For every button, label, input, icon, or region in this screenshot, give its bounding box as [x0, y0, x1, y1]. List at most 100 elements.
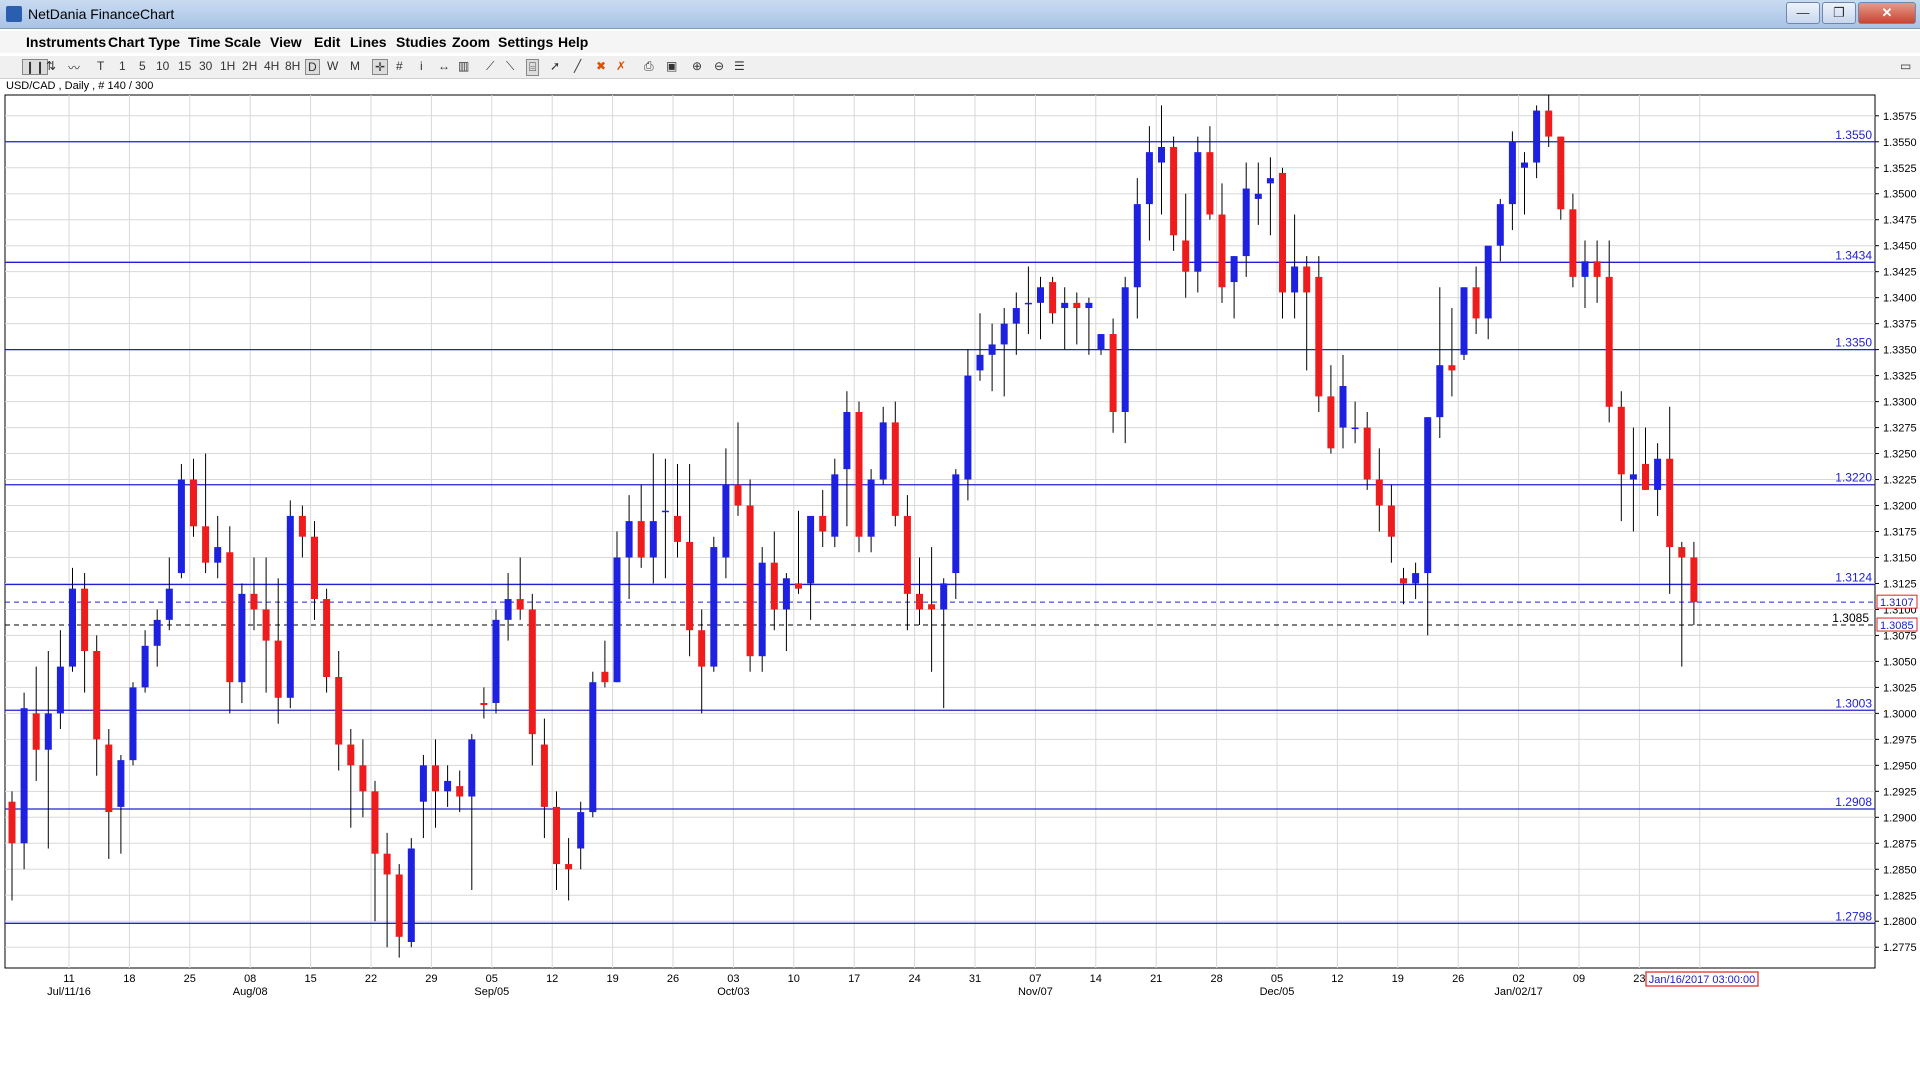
x-tick-label: 25 — [184, 973, 196, 985]
y-tick-label: 1.3050 — [1883, 656, 1917, 668]
menu-chart-type[interactable]: Chart Type — [108, 34, 180, 50]
menu-time-scale[interactable]: Time Scale — [188, 34, 261, 50]
volume-icon[interactable]: ▥ — [458, 59, 469, 73]
candle-body — [807, 515, 815, 584]
timeframe-10[interactable]: 10 — [156, 59, 169, 73]
candle-body — [891, 422, 899, 516]
candle-body — [795, 583, 802, 589]
candle-body — [8, 801, 16, 844]
bar-chart-icon[interactable]: ⇅ — [46, 59, 56, 73]
y-tick-label: 1.3175 — [1883, 527, 1917, 539]
menu-zoom[interactable]: Zoom — [452, 34, 490, 50]
timeframe-15[interactable]: 15 — [178, 59, 191, 73]
menu-instruments[interactable]: Instruments — [26, 34, 106, 50]
candle-body — [952, 474, 960, 574]
candle-body — [1061, 302, 1069, 309]
candle-body — [1049, 282, 1057, 314]
x-tick-label: 11 — [63, 973, 74, 985]
candle-body — [686, 541, 694, 631]
level-label: 1.3124 — [1835, 571, 1872, 585]
candle-body — [758, 562, 766, 657]
draw-icon[interactable]: ╱ — [574, 59, 581, 73]
timeframe-1[interactable]: 1 — [119, 59, 126, 73]
fibonacci-icon[interactable]: ⟍ — [506, 59, 514, 74]
menu-help[interactable]: Help — [558, 34, 588, 50]
delete-icon[interactable]: ✖ — [596, 59, 606, 73]
price-chart[interactable]: 1.3575 1.3550 1.3525 1.3500 1.3475 1.3450 1.34… — [0, 90, 1920, 1005]
status-area — [0, 1005, 1920, 1080]
candle-body — [1496, 204, 1504, 246]
timeframe-2h[interactable]: 2H — [242, 59, 257, 73]
candle-body — [1508, 141, 1516, 205]
minimize-button[interactable]: — — [1786, 2, 1820, 24]
candle-body — [540, 744, 548, 807]
x-tick-label: 10 — [788, 973, 800, 985]
candle-body — [1158, 146, 1165, 163]
candle-body — [1363, 427, 1371, 480]
candle-body — [770, 562, 778, 610]
timeframe-t[interactable]: T — [97, 59, 104, 73]
candle-body — [214, 547, 222, 563]
close-button[interactable]: ✕ — [1858, 2, 1916, 24]
timeframe-w[interactable]: W — [327, 59, 338, 73]
print-icon[interactable]: ⎙ — [644, 59, 654, 74]
scroll-icon[interactable]: ↔ — [438, 59, 450, 73]
window-title: NetDania FinanceChart — [28, 6, 175, 22]
zoom-out-icon[interactable]: ⊖ — [714, 59, 724, 73]
candle-body — [601, 671, 609, 683]
y-tick-label: 1.3200 — [1883, 501, 1917, 513]
x-tick-label: 12 — [546, 973, 558, 985]
level-label: 1.3003 — [1835, 696, 1872, 710]
fit-icon[interactable]: ☰ — [734, 59, 745, 73]
timeframe-8h[interactable]: 8H — [285, 59, 300, 73]
candle-body — [1000, 323, 1008, 345]
y-tick-label: 1.3075 — [1883, 630, 1917, 642]
x-month-label: Jul/11/16 — [47, 986, 91, 998]
candle-body — [1436, 365, 1444, 418]
candlestick-icon[interactable]: ❙❙ — [22, 59, 49, 75]
menu-edit[interactable]: Edit — [314, 34, 340, 50]
timeframe-4h[interactable]: 4H — [264, 59, 279, 73]
arrow-icon[interactable]: ➚ — [550, 59, 560, 73]
trendline-icon[interactable]: ⟋ — [486, 59, 494, 74]
candle-body — [1170, 146, 1178, 236]
timeframe-5[interactable]: 5 — [139, 59, 146, 73]
candle-body — [613, 557, 621, 683]
print-preview-icon[interactable]: ▣ — [666, 59, 677, 73]
grid-icon[interactable]: # — [396, 59, 403, 73]
candle-body — [93, 651, 101, 740]
candle-body — [1545, 110, 1553, 137]
maximize-button[interactable]: ❐ — [1822, 2, 1856, 24]
y-tick-label: 1.3025 — [1883, 682, 1917, 694]
delete-all-icon[interactable]: ✗ — [616, 59, 626, 73]
price-box-label: 1.3085 — [1880, 620, 1914, 632]
y-tick-label: 1.3325 — [1883, 371, 1917, 383]
candle-body — [1666, 458, 1674, 548]
line-chart-icon[interactable]: 〰 — [68, 59, 80, 76]
candle-body — [1073, 302, 1081, 309]
channel-icon[interactable]: ⌸ — [526, 59, 540, 76]
x-tick-label: 29 — [425, 973, 437, 985]
menu-lines[interactable]: Lines — [350, 34, 387, 50]
panel-toggle-icon[interactable]: ▭ — [1900, 59, 1911, 73]
candle-body — [1109, 334, 1117, 412]
crosshair-icon[interactable]: ✛ — [372, 59, 389, 75]
menu-settings[interactable]: Settings — [498, 34, 553, 50]
x-tick-label: 23 — [1633, 973, 1645, 985]
y-tick-label: 1.3275 — [1883, 423, 1917, 435]
menu-studies[interactable]: Studies — [396, 34, 447, 50]
x-month-label: Oct/03 — [717, 986, 749, 998]
timeframe-30[interactable]: 30 — [199, 59, 212, 73]
timeframe-d[interactable]: D — [305, 59, 320, 75]
candle-body — [661, 510, 669, 513]
candle-body — [141, 645, 149, 688]
info-icon[interactable]: i — [420, 59, 423, 73]
x-tick-label: 05 — [1271, 973, 1283, 985]
candle-body — [625, 521, 633, 558]
y-tick-label: 1.3400 — [1883, 293, 1917, 305]
menu-view[interactable]: View — [270, 34, 302, 50]
cursor-date-label: Jan/16/2017 03:00:00 — [1649, 974, 1755, 986]
timeframe-1h[interactable]: 1H — [220, 59, 235, 73]
zoom-in-icon[interactable]: ⊕ — [692, 59, 702, 73]
timeframe-m[interactable]: M — [350, 59, 360, 73]
